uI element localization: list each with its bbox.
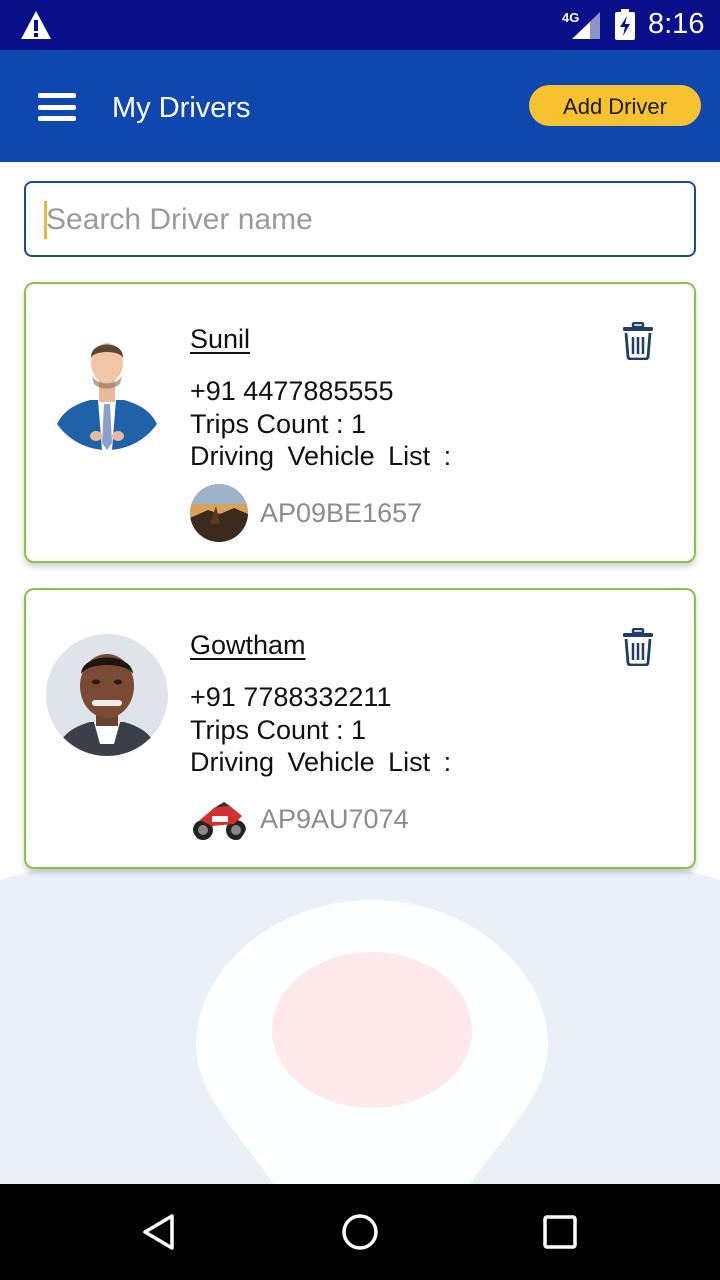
delete-icon[interactable] (622, 322, 654, 360)
vehicle-list-label: Driving Vehicle List : (190, 441, 452, 471)
signal-icon: 4G (562, 10, 600, 39)
recent-apps-icon[interactable] (540, 1212, 580, 1252)
menu-icon[interactable] (38, 93, 76, 121)
driver-name-link[interactable]: Sunil (190, 324, 250, 355)
driver-name-link[interactable]: Gowtham (190, 630, 306, 661)
search-box (24, 181, 696, 257)
vehicle-thumbnail (190, 790, 248, 848)
add-driver-button[interactable]: Add Driver (529, 85, 701, 126)
navigation-bar (0, 1184, 720, 1280)
vehicle-number: AP09BE1657 (260, 498, 423, 528)
trips-count: Trips Count : 1 (190, 409, 367, 439)
network-type-label: 4G (562, 10, 579, 25)
driver-phone: +91 4477885555 (190, 376, 394, 406)
trips-count: Trips Count : 1 (190, 715, 367, 745)
home-icon[interactable] (340, 1212, 380, 1252)
background-location-pin-decoration (0, 820, 720, 1184)
driver-avatar (46, 634, 168, 756)
battery-charging-icon (615, 9, 635, 40)
driver-avatar (46, 328, 168, 450)
vehicle-list-label: Driving Vehicle List : (190, 747, 452, 777)
driver-card[interactable]: Sunil +91 4477885555 Trips Count : 1 Dri… (24, 282, 696, 563)
status-bar: 4G 8:16 (0, 0, 720, 50)
search-input[interactable] (44, 183, 678, 257)
delete-icon[interactable] (622, 628, 654, 666)
clock: 8:16 (648, 8, 705, 40)
back-icon[interactable] (140, 1212, 180, 1252)
app-bar: My Drivers Add Driver (0, 50, 720, 162)
page-title: My Drivers (112, 92, 251, 124)
driver-phone: +91 7788332211 (190, 682, 392, 712)
driver-card[interactable]: Gowtham +91 7788332211 Trips Count : 1 D… (24, 588, 696, 869)
vehicle-number: AP9AU7074 (260, 804, 409, 834)
vehicle-thumbnail (190, 484, 248, 542)
warning-icon (21, 11, 51, 39)
